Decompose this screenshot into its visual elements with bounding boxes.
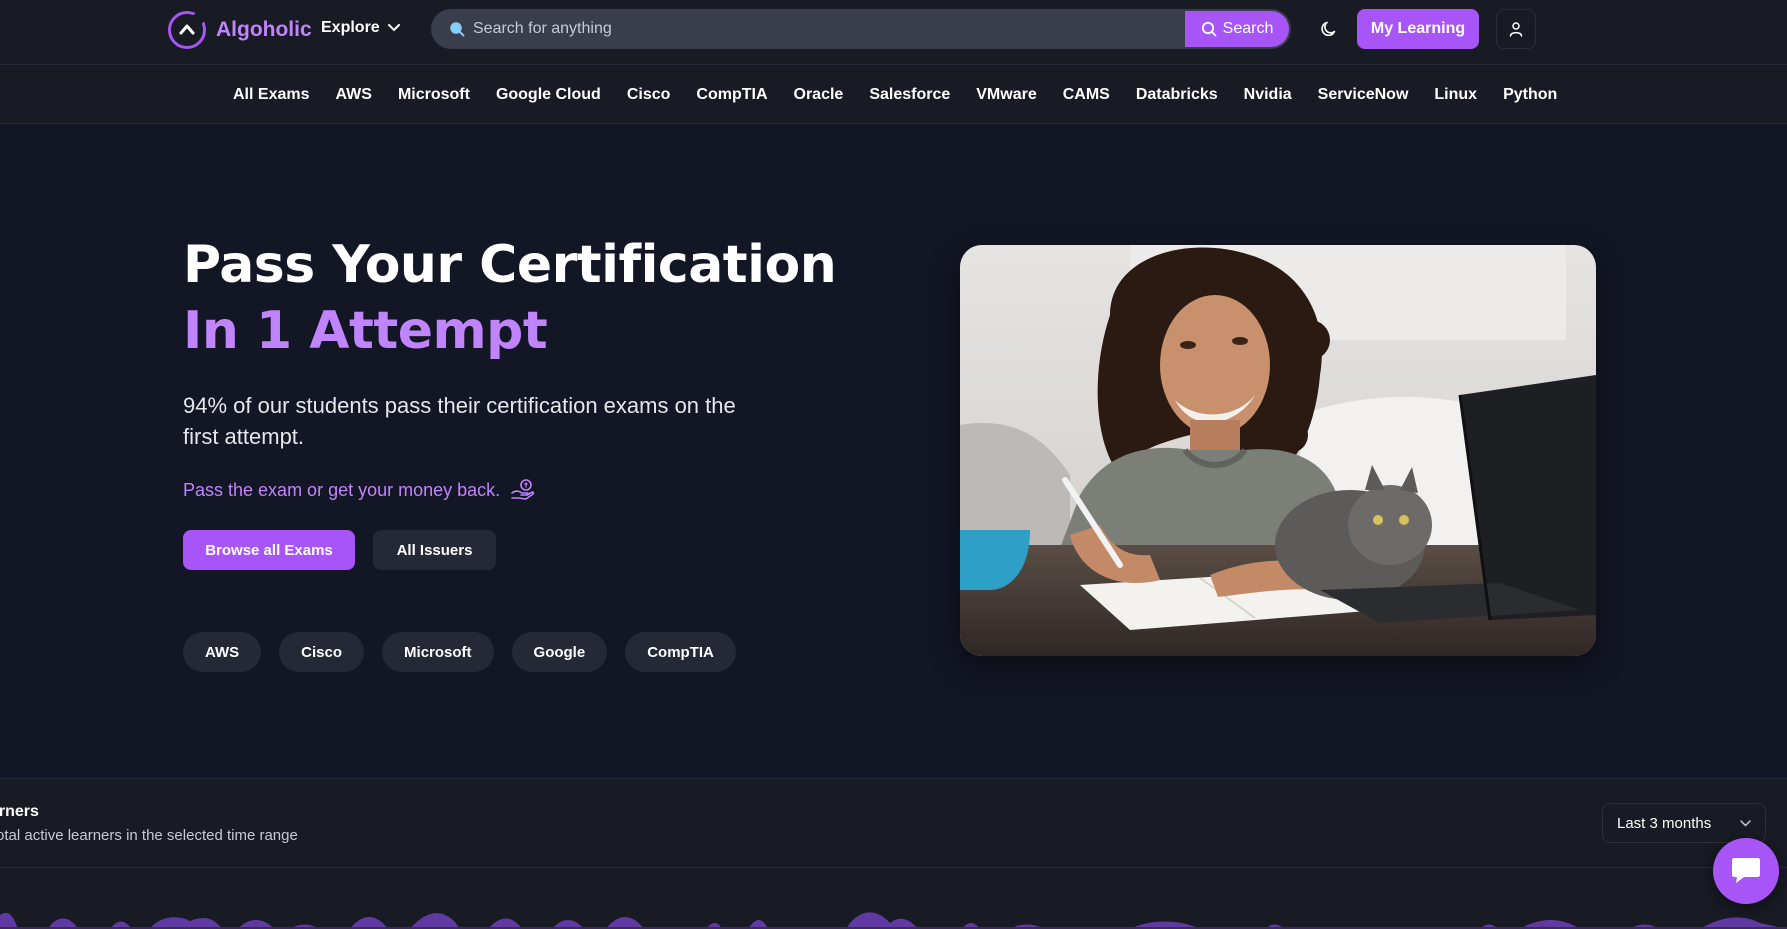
hero-title-line2: In 1 Attempt [183, 301, 548, 361]
explore-menu[interactable]: Explore [321, 19, 400, 37]
pill-aws[interactable]: AWS [183, 632, 262, 672]
category-vmware[interactable]: VMware [963, 86, 1049, 104]
learners-area-chart [0, 912, 1787, 929]
category-cams[interactable]: CAMS [1050, 86, 1123, 104]
explore-label: Explore [321, 19, 380, 36]
category-nvidia[interactable]: Nvidia [1231, 86, 1305, 104]
student-with-laptop-illustration [960, 245, 1596, 656]
moon-icon [1321, 21, 1336, 37]
hero-title-line1: Pass Your Certification [183, 235, 837, 295]
money-hand-icon [511, 479, 535, 500]
search-button-icon [1201, 21, 1217, 37]
user-menu-button[interactable] [1496, 9, 1536, 49]
hero-title: Pass Your Certification In 1 Attempt [183, 232, 837, 364]
pill-microsoft[interactable]: Microsoft [382, 632, 494, 672]
stats-divider [0, 867, 1787, 868]
guarantee-text: Pass the exam or get your money back. [183, 479, 501, 500]
chat-widget-button[interactable] [1713, 838, 1779, 904]
logo-caret-icon [179, 24, 195, 35]
category-salesforce[interactable]: Salesforce [856, 86, 963, 104]
money-back-guarantee: Pass the exam or get your money back. [183, 478, 536, 502]
brand-logo[interactable]: Algoholic [168, 10, 312, 50]
search-bar: Search [431, 9, 1291, 49]
algoholic-logo-icon [168, 11, 206, 49]
my-learning-button[interactable]: My Learning [1357, 9, 1479, 49]
stats-description: otal active learners in the selected tim… [0, 827, 298, 844]
stats-title: arners [0, 803, 39, 820]
time-range-value: Last 3 months [1617, 814, 1712, 832]
top-header: Algoholic Explore Search My Learning [0, 0, 1787, 65]
chevron-down-icon [387, 24, 400, 32]
category-comptia[interactable]: CompTIA [683, 86, 780, 104]
category-python[interactable]: Python [1490, 86, 1570, 104]
hero-subtitle: 94% of our students pass their certifica… [183, 393, 736, 449]
pill-cisco[interactable]: Cisco [279, 632, 365, 672]
browse-all-exams-button[interactable]: Browse all Exams [183, 530, 355, 570]
user-icon [1509, 22, 1523, 37]
hero-image [960, 245, 1596, 656]
time-range-select[interactable]: Last 3 months [1602, 803, 1766, 843]
category-servicenow[interactable]: ServiceNow [1305, 86, 1422, 104]
category-list: All Exams AWS Microsoft Google Cloud Cis… [220, 66, 1570, 124]
chevron-down-icon [1740, 819, 1751, 827]
category-cisco[interactable]: Cisco [614, 86, 684, 104]
pill-comptia[interactable]: CompTIA [625, 632, 736, 672]
category-databricks[interactable]: Databricks [1123, 86, 1231, 104]
chat-icon [1732, 858, 1760, 883]
search-button-label: Search [1222, 20, 1274, 37]
search-input[interactable] [473, 9, 1185, 49]
search-button[interactable]: Search [1185, 11, 1289, 47]
category-all-exams[interactable]: All Exams [220, 86, 322, 104]
pill-google[interactable]: Google [511, 632, 608, 672]
all-issuers-button[interactable]: All Issuers [373, 530, 496, 570]
category-aws[interactable]: AWS [322, 86, 384, 104]
category-microsoft[interactable]: Microsoft [385, 86, 483, 104]
theme-toggle[interactable] [1316, 16, 1342, 42]
category-oracle[interactable]: Oracle [781, 86, 857, 104]
search-icon [449, 21, 465, 37]
category-google-cloud[interactable]: Google Cloud [483, 86, 614, 104]
learners-area-series [0, 912, 1787, 929]
category-linux[interactable]: Linux [1421, 86, 1490, 104]
category-nav: All Exams AWS Microsoft Google Cloud Cis… [0, 66, 1787, 124]
issuer-pills: AWS Cisco Microsoft Google CompTIA [183, 632, 736, 672]
brand-name: Algoholic [216, 18, 312, 41]
